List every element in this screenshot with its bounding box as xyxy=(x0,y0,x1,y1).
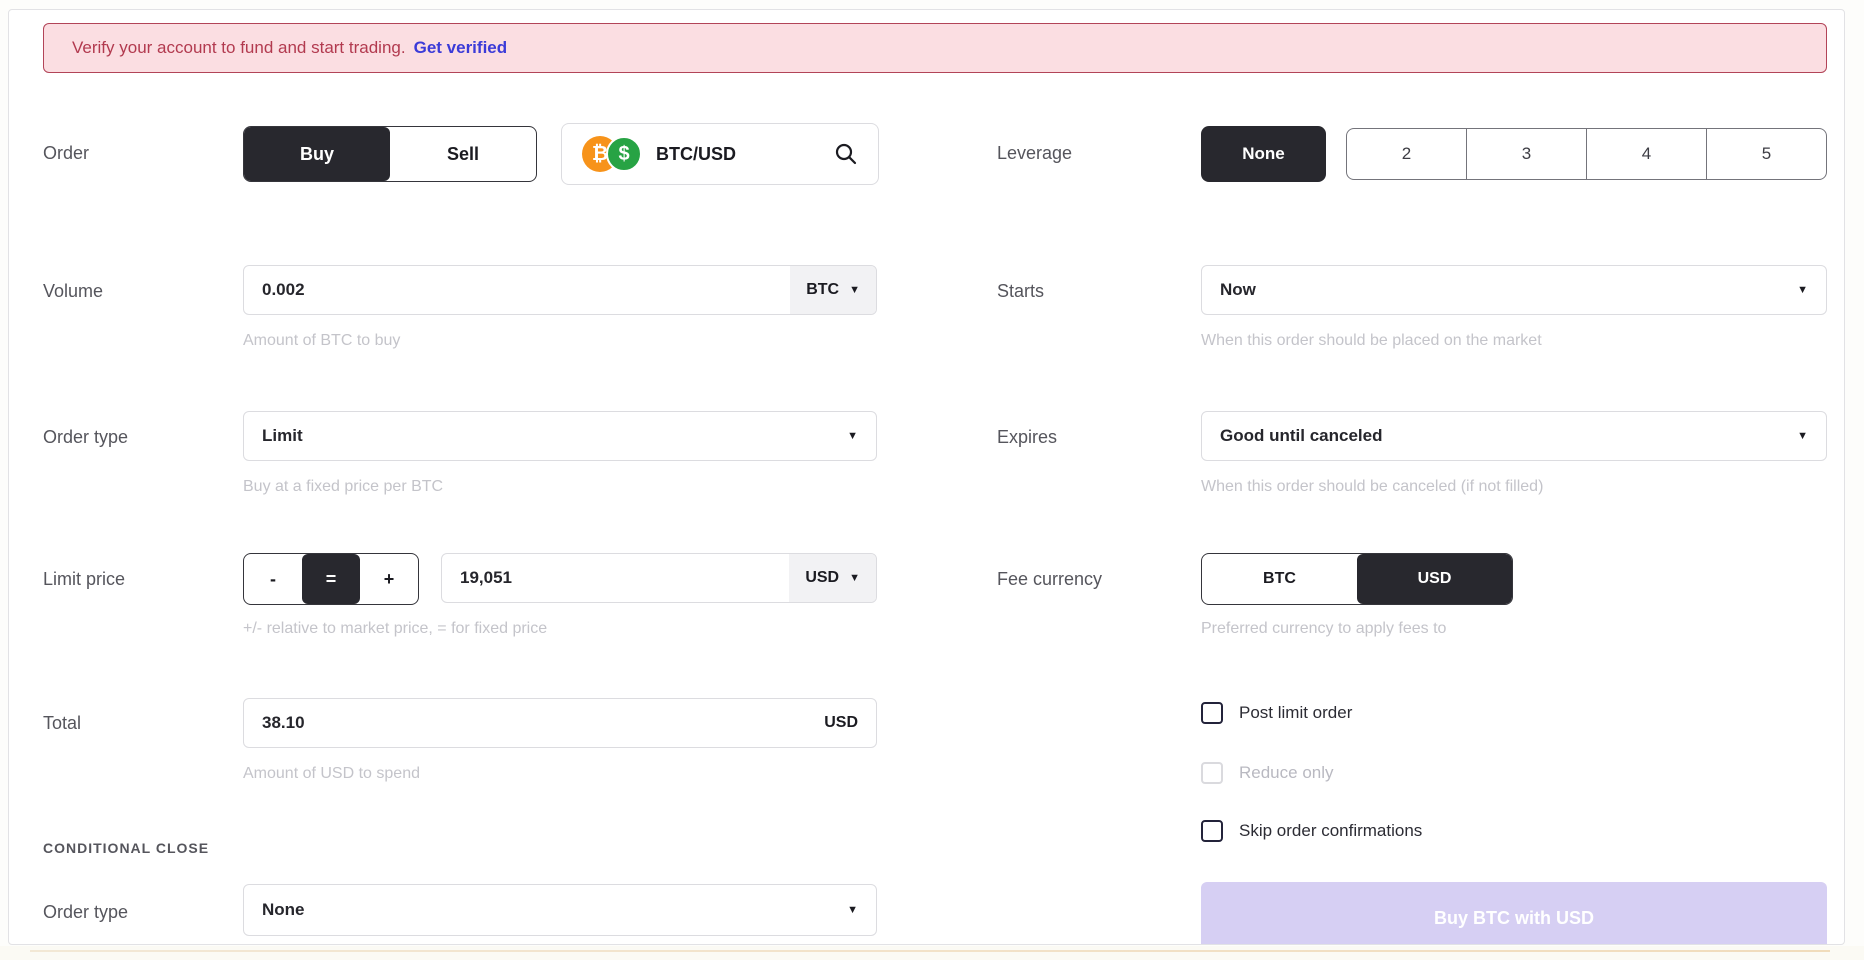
order-type-dropdown[interactable]: Limit ▼ xyxy=(243,411,877,461)
search-icon xyxy=(835,143,857,165)
post-limit-order-label: Post limit order xyxy=(1239,703,1353,722)
skip-confirmations-checkbox[interactable] xyxy=(1201,820,1223,842)
volume-hint: Amount of BTC to buy xyxy=(243,332,401,349)
reduce-only-checkbox xyxy=(1201,762,1223,784)
expires-label: Expires xyxy=(997,427,1058,447)
fee-currency-label: Fee currency xyxy=(997,569,1103,589)
conditional-close-header: CONDITIONAL CLOSE xyxy=(43,840,210,856)
pair-selector[interactable]: ₿ $ BTC/USD xyxy=(561,123,879,185)
cc-order-type-value: None xyxy=(262,900,305,919)
sell-tab[interactable]: Sell xyxy=(390,127,536,181)
buy-sell-toggle: Buy Sell xyxy=(243,126,537,182)
buy-submit-button[interactable]: Buy BTC with USD xyxy=(1201,882,1827,944)
fee-currency-btc[interactable]: BTC xyxy=(1202,554,1357,604)
expires-value: Good until canceled xyxy=(1220,426,1383,445)
leverage-label: Leverage xyxy=(997,143,1073,163)
limit-price-label: Limit price xyxy=(43,569,126,589)
chevron-down-icon: ▼ xyxy=(1797,284,1808,296)
chevron-down-icon: ▼ xyxy=(849,284,860,296)
skip-confirmations-label: Skip order confirmations xyxy=(1239,821,1423,840)
fee-currency-toggle: BTC USD xyxy=(1201,553,1513,605)
total-label: Total xyxy=(43,713,82,733)
reduce-only-checkbox-row: Reduce only xyxy=(1201,762,1334,784)
get-verified-link[interactable]: Get verified xyxy=(414,38,508,58)
total-field: USD xyxy=(243,698,877,748)
leverage-none-button[interactable]: None xyxy=(1201,126,1326,182)
order-type-value: Limit xyxy=(262,426,303,445)
fee-currency-hint: Preferred currency to apply fees to xyxy=(1201,620,1447,637)
volume-input[interactable] xyxy=(244,266,791,314)
starts-value: Now xyxy=(1220,280,1256,299)
volume-unit-dropdown[interactable]: BTC ▼ xyxy=(790,266,876,314)
expires-dropdown[interactable]: Good until canceled ▼ xyxy=(1201,411,1827,461)
limit-price-input[interactable] xyxy=(442,554,790,602)
limit-price-mode-toggle: - = + xyxy=(243,553,419,605)
chevron-down-icon: ▼ xyxy=(847,430,858,442)
starts-dropdown[interactable]: Now ▼ xyxy=(1201,265,1827,315)
limit-price-field: USD ▼ xyxy=(441,553,877,603)
cc-order-type-label: Order type xyxy=(43,902,129,922)
pair-name: BTC/USD xyxy=(656,143,736,164)
limit-equals-button[interactable]: = xyxy=(302,554,360,604)
limit-price-unit-dropdown[interactable]: USD ▼ xyxy=(789,554,876,602)
order-label: Order xyxy=(43,143,90,163)
leverage-options-group: 2 3 4 5 xyxy=(1346,128,1827,180)
cc-order-type-dropdown[interactable]: None ▼ xyxy=(243,884,877,936)
volume-field: BTC ▼ xyxy=(243,265,877,315)
verify-banner-message: Verify your account to fund and start tr… xyxy=(72,38,406,57)
order-type-hint: Buy at a fixed price per BTC xyxy=(243,478,444,495)
leverage-option-3[interactable]: 3 xyxy=(1466,129,1586,179)
total-unit: USD xyxy=(824,714,858,731)
starts-hint: When this order should be placed on the … xyxy=(1201,332,1542,349)
volume-unit: BTC xyxy=(806,281,840,298)
starts-label: Starts xyxy=(997,281,1045,301)
leverage-option-5[interactable]: 5 xyxy=(1706,129,1826,179)
limit-price-hint: +/- relative to market price, = for fixe… xyxy=(243,620,548,637)
total-input[interactable] xyxy=(244,699,825,747)
limit-plus-button[interactable]: + xyxy=(360,554,418,604)
post-limit-order-checkbox-row[interactable]: Post limit order xyxy=(1201,702,1352,724)
total-hint: Amount of USD to spend xyxy=(243,765,420,782)
usd-coin-icon: $ xyxy=(606,136,642,172)
leverage-option-4[interactable]: 4 xyxy=(1586,129,1706,179)
reduce-only-label: Reduce only xyxy=(1239,763,1334,782)
expires-hint: When this order should be canceled (if n… xyxy=(1201,478,1544,495)
page-bottom-strip xyxy=(0,946,1864,960)
volume-label: Volume xyxy=(43,281,104,301)
order-type-label: Order type xyxy=(43,427,129,447)
chevron-down-icon: ▼ xyxy=(1797,430,1808,442)
order-form-panel: Verify your account to fund and start tr… xyxy=(8,9,1845,945)
buy-tab[interactable]: Buy xyxy=(244,127,390,181)
leverage-option-2[interactable]: 2 xyxy=(1347,129,1466,179)
limit-price-unit: USD xyxy=(805,569,840,586)
chevron-down-icon: ▼ xyxy=(847,904,858,916)
fee-currency-usd[interactable]: USD xyxy=(1357,554,1512,604)
post-limit-order-checkbox[interactable] xyxy=(1201,702,1223,724)
chevron-down-icon: ▼ xyxy=(849,572,860,584)
verify-banner: Verify your account to fund and start tr… xyxy=(43,23,1827,73)
bottom-accent-line xyxy=(30,950,1830,952)
skip-confirmations-checkbox-row[interactable]: Skip order confirmations xyxy=(1201,820,1422,842)
limit-minus-button[interactable]: - xyxy=(244,554,302,604)
